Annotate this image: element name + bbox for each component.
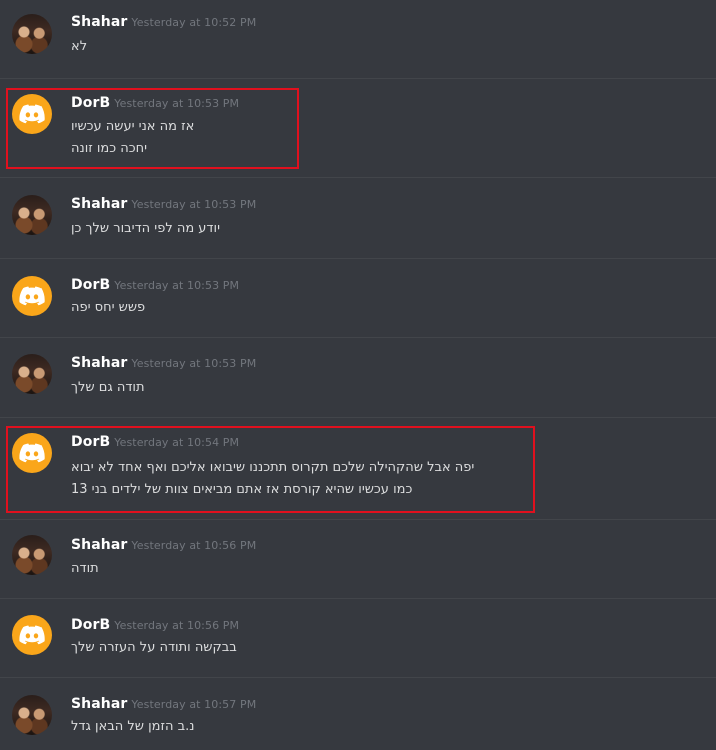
highlight-box bbox=[6, 426, 535, 513]
message-divider bbox=[0, 417, 716, 418]
timestamp: Yesterday at 10:56 PM bbox=[131, 539, 257, 552]
message-divider bbox=[0, 258, 716, 259]
user-avatar[interactable] bbox=[12, 535, 52, 575]
timestamp: Yesterday at 10:53 PM bbox=[114, 279, 240, 292]
user-avatar[interactable] bbox=[12, 195, 52, 235]
message-divider bbox=[0, 177, 716, 178]
message-divider bbox=[0, 598, 716, 599]
highlight-box bbox=[6, 88, 299, 169]
message-text: פשש יחס יפה bbox=[71, 300, 146, 315]
author-name[interactable]: Shahar Yesterday at 10:56 PM bbox=[71, 537, 256, 553]
author-name[interactable]: DorB Yesterday at 10:53 PM bbox=[71, 277, 239, 293]
timestamp: Yesterday at 10:53 PM bbox=[131, 198, 257, 211]
message-text: תודה bbox=[71, 561, 99, 576]
user-avatar[interactable] bbox=[12, 695, 52, 735]
message-text: נ.ב הזמן של הבאן גדל bbox=[71, 719, 195, 734]
author-name[interactable]: Shahar Yesterday at 10:53 PM bbox=[71, 196, 256, 212]
user-avatar[interactable] bbox=[12, 354, 52, 394]
timestamp: Yesterday at 10:56 PM bbox=[114, 619, 240, 632]
author-name[interactable]: DorB Yesterday at 10:56 PM bbox=[71, 617, 239, 633]
discord-logo-icon[interactable] bbox=[12, 615, 52, 655]
message-divider bbox=[0, 337, 716, 338]
author-name[interactable]: Shahar Yesterday at 10:57 PM bbox=[71, 696, 256, 712]
timestamp: Yesterday at 10:53 PM bbox=[131, 357, 257, 370]
timestamp: Yesterday at 10:52 PM bbox=[131, 16, 257, 29]
user-avatar[interactable] bbox=[12, 14, 52, 54]
message-text: יודע מה לפי הדיבור שלך כן bbox=[71, 221, 220, 236]
message-divider bbox=[0, 677, 716, 678]
message-text: תודה גם שלך bbox=[71, 380, 145, 395]
message-text: בבקשה ותודה על העזרה שלך bbox=[71, 640, 237, 655]
discord-logo-icon[interactable] bbox=[12, 276, 52, 316]
author-name[interactable]: Shahar Yesterday at 10:53 PM bbox=[71, 355, 256, 371]
message-divider bbox=[0, 78, 716, 79]
message-text: לא bbox=[71, 39, 88, 54]
author-name[interactable]: Shahar Yesterday at 10:52 PM bbox=[71, 14, 256, 30]
timestamp: Yesterday at 10:57 PM bbox=[131, 698, 257, 711]
message-divider bbox=[0, 519, 716, 520]
